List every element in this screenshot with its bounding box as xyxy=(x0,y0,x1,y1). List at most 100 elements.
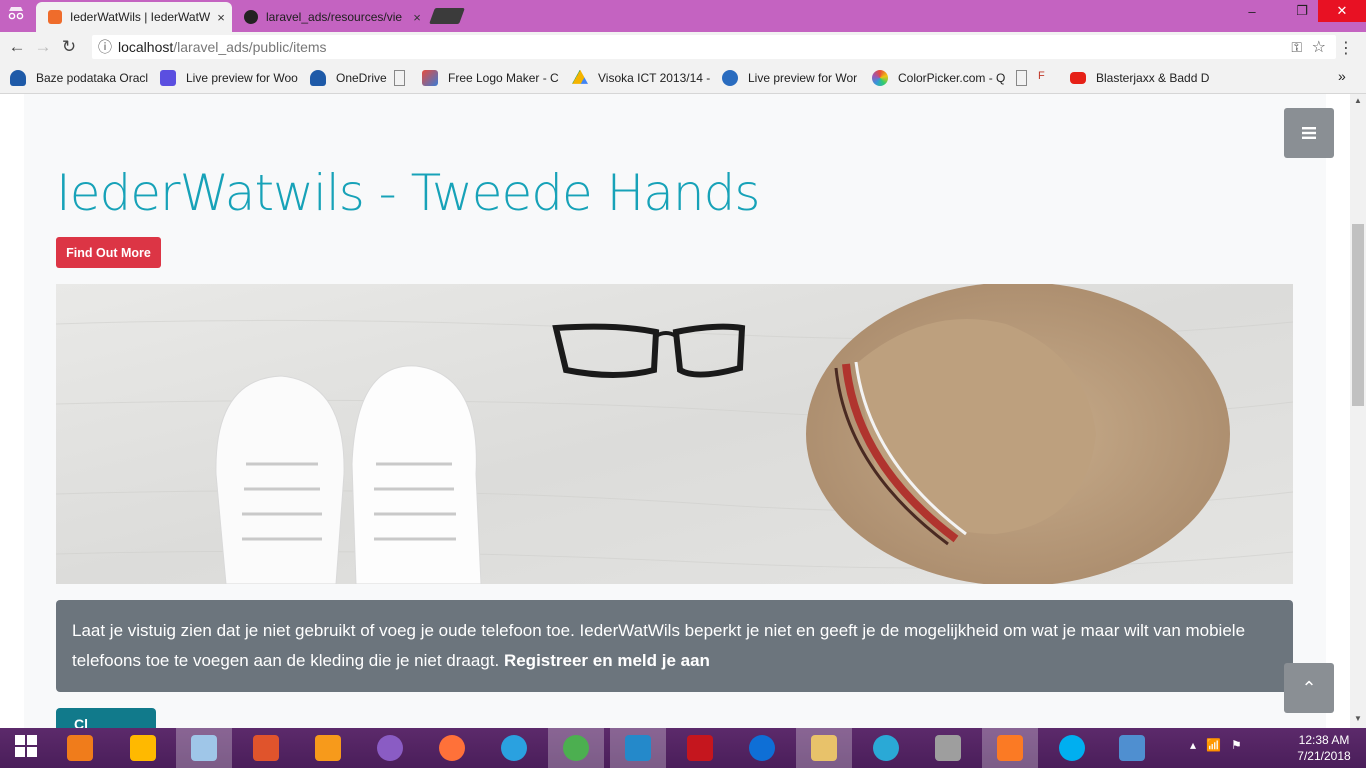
virtualbox-taskbar-button[interactable] xyxy=(176,728,232,768)
hero-image xyxy=(56,284,1293,584)
xampp-favicon-icon xyxy=(48,10,62,24)
vscode-taskbar-button[interactable] xyxy=(610,728,666,768)
preview-icon xyxy=(160,69,176,86)
file-explorer-icon xyxy=(130,735,156,761)
address-bar[interactable]: ⓘ localhost /laravel_ads/public/items ⚿ … xyxy=(92,35,1336,59)
bookmark-star-icon[interactable]: ☆ xyxy=(1312,37,1326,57)
back-button[interactable]: ← xyxy=(4,37,30,57)
tab-close-icon[interactable]: × xyxy=(406,10,428,25)
f-icon: F xyxy=(1038,69,1045,82)
bookmark-free-logo-maker[interactable]: Free Logo Maker - C xyxy=(412,69,562,86)
drive-icon xyxy=(572,69,588,84)
settings-app-taskbar-button[interactable] xyxy=(858,728,914,768)
tab-github-laravel-ads[interactable]: laravel_ads/resources/vie × xyxy=(232,2,428,32)
scrollbar-thumb[interactable] xyxy=(1352,224,1364,406)
bookmark-live-preview-2[interactable]: Live preview for Wor xyxy=(712,69,862,86)
teamviewer-icon xyxy=(749,735,775,761)
page-title: IederWatwils - Tweede Hands xyxy=(56,164,760,222)
bookmarks-bar: Baze podataka Oracl Live preview for Woo… xyxy=(0,62,1366,94)
reload-button[interactable]: ↻ xyxy=(56,37,82,57)
folder-icon xyxy=(811,735,837,761)
windows-start-taskbar-button[interactable] xyxy=(0,728,56,768)
bookmark-page-1[interactable] xyxy=(392,69,412,86)
onedrive-icon xyxy=(310,69,326,86)
ie-taskbar-button[interactable] xyxy=(486,728,542,768)
windows-start-icon xyxy=(15,735,41,761)
scroll-down-arrow-icon[interactable]: ▼ xyxy=(1354,714,1362,723)
url-host: localhost xyxy=(118,39,174,55)
minimize-button[interactable]: – xyxy=(1230,0,1274,22)
photos-taskbar-button[interactable] xyxy=(1104,728,1160,768)
page-icon xyxy=(1016,69,1027,86)
key-icon[interactable]: ⚿ xyxy=(1291,39,1302,56)
action-center-flag-icon[interactable]: ⚑ xyxy=(1231,738,1242,752)
firefox-taskbar-button[interactable] xyxy=(424,728,480,768)
skype-taskbar-button[interactable] xyxy=(1044,728,1100,768)
chevron-up-icon: ⌃ xyxy=(1301,677,1317,698)
tab-close-icon[interactable]: × xyxy=(210,10,232,25)
navbar-toggler-button[interactable] xyxy=(1284,108,1334,158)
palette-icon xyxy=(872,69,888,86)
tab-iederwatwils[interactable]: IederWatWils | IederWatW × xyxy=(36,2,232,32)
file-explorer-taskbar-button[interactable] xyxy=(115,728,171,768)
browser-menu-button[interactable]: ⋮ xyxy=(1338,38,1354,58)
url-path: /laravel_ads/public/items xyxy=(173,39,327,55)
scroll-to-top-button[interactable]: ⌃ xyxy=(1284,663,1334,713)
bookmark-baze-podataka[interactable]: Baze podataka Oracl xyxy=(0,69,150,86)
wp-icon xyxy=(722,69,738,86)
maximize-button[interactable]: ❐ xyxy=(1282,0,1322,22)
system-tray[interactable]: ▴ 📶 ⚑ xyxy=(1190,738,1242,752)
register-link[interactable]: Registreer en meld je aan xyxy=(504,651,710,670)
bookmark-onedrive[interactable]: OneDrive xyxy=(300,69,392,86)
clock-time: 12:38 AM xyxy=(1298,733,1350,747)
bookmark-colorpicker[interactable]: ColorPicker.com - Q xyxy=(862,69,1014,86)
virtualbox-icon xyxy=(191,735,217,761)
owl-taskbar-button[interactable] xyxy=(920,728,976,768)
page-icon xyxy=(394,69,405,86)
bookmark-visoka-ict[interactable]: Visoka ICT 2013/14 - xyxy=(562,69,712,86)
firefox-icon xyxy=(439,735,465,761)
filezilla-icon xyxy=(687,735,713,761)
close-window-button[interactable]: ✕ xyxy=(1318,0,1366,22)
youtube-icon xyxy=(1070,71,1086,84)
page-scrollbar[interactable] xyxy=(1350,94,1366,728)
tab-title: IederWatWils | IederWatW xyxy=(70,10,210,24)
sublime-taskbar-button[interactable] xyxy=(300,728,356,768)
brackets-taskbar-button[interactable] xyxy=(238,728,294,768)
logo-maker-icon xyxy=(422,69,438,86)
chrome-taskbar-button[interactable] xyxy=(548,728,604,768)
bookmarks-overflow-button[interactable]: » xyxy=(1338,68,1346,84)
clock-date: 7/21/2018 xyxy=(1297,749,1351,763)
hamburger-icon xyxy=(1302,127,1316,139)
brackets-icon xyxy=(253,735,279,761)
sublime-icon xyxy=(315,735,341,761)
xampp-taskbar-button[interactable] xyxy=(982,728,1038,768)
find-out-more-button[interactable]: Find Out More xyxy=(56,237,161,268)
github-desktop-taskbar-button[interactable] xyxy=(362,728,418,768)
vscode-icon xyxy=(625,735,651,761)
section-button[interactable]: Cl xyxy=(56,708,156,728)
new-tab-button[interactable] xyxy=(429,8,465,24)
forward-button[interactable]: → xyxy=(30,37,56,57)
avast-taskbar-button[interactable] xyxy=(52,728,108,768)
bookmark-live-preview-1[interactable]: Live preview for Woo xyxy=(150,69,300,86)
bookmark-f[interactable]: F xyxy=(1034,70,1060,86)
network-icon[interactable]: 📶 xyxy=(1206,738,1221,752)
bookmark-blasterjaxx[interactable]: Blasterjaxx & Badd D xyxy=(1060,71,1210,85)
taskbar-clock[interactable]: 12:38 AM 7/21/2018 xyxy=(1284,732,1364,764)
scroll-up-arrow-icon[interactable]: ▲ xyxy=(1354,96,1362,105)
avast-icon xyxy=(67,735,93,761)
github-favicon-icon xyxy=(244,10,258,24)
tray-chevron-icon[interactable]: ▴ xyxy=(1190,738,1196,752)
photos-icon xyxy=(1119,735,1145,761)
cloud-icon xyxy=(10,69,26,86)
folder-taskbar-button[interactable] xyxy=(796,728,852,768)
xampp-icon xyxy=(997,735,1023,761)
teamviewer-taskbar-button[interactable] xyxy=(734,728,790,768)
chrome-icon xyxy=(563,735,589,761)
owl-icon xyxy=(935,735,961,761)
hat-illustration xyxy=(806,284,1230,584)
site-info-icon[interactable]: ⓘ xyxy=(98,37,112,57)
bookmark-page-2[interactable] xyxy=(1014,69,1034,86)
filezilla-taskbar-button[interactable] xyxy=(672,728,728,768)
